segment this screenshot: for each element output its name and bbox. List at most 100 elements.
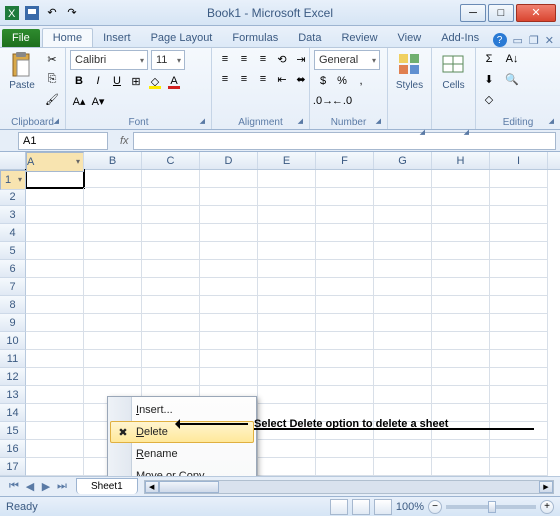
cell[interactable] xyxy=(490,314,548,332)
cell[interactable] xyxy=(26,332,84,350)
text-color-button[interactable]: A xyxy=(165,72,183,90)
fill-color-button[interactable]: ◇ xyxy=(146,72,164,90)
cell[interactable] xyxy=(374,458,432,476)
tab-data[interactable]: Data xyxy=(288,29,331,47)
cell[interactable] xyxy=(84,314,142,332)
cell[interactable] xyxy=(26,386,84,404)
formula-input[interactable] xyxy=(133,132,556,150)
col-header-g[interactable]: G xyxy=(374,152,432,169)
cell[interactable] xyxy=(200,188,258,206)
align-center-icon[interactable]: ≡ xyxy=(235,70,253,88)
row-header[interactable]: 12 xyxy=(0,368,26,386)
normal-view-icon[interactable] xyxy=(330,499,348,515)
cell[interactable] xyxy=(26,296,84,314)
copy-icon[interactable]: ⎘ xyxy=(43,70,61,88)
cell[interactable] xyxy=(432,458,490,476)
cell[interactable] xyxy=(490,404,548,422)
minimize-button[interactable]: ─ xyxy=(460,4,486,22)
cell[interactable] xyxy=(490,260,548,278)
cell[interactable] xyxy=(26,224,84,242)
cell[interactable] xyxy=(316,224,374,242)
cell[interactable] xyxy=(432,224,490,242)
cell[interactable] xyxy=(200,224,258,242)
cell[interactable] xyxy=(374,314,432,332)
cell[interactable] xyxy=(432,206,490,224)
cell[interactable] xyxy=(200,260,258,278)
cell[interactable] xyxy=(374,278,432,296)
row-header[interactable]: 4 xyxy=(0,224,26,242)
cell[interactable] xyxy=(26,440,84,458)
cell[interactable] xyxy=(374,260,432,278)
cell[interactable] xyxy=(432,350,490,368)
cell[interactable] xyxy=(374,386,432,404)
cell[interactable] xyxy=(432,242,490,260)
prev-sheet-icon[interactable]: ◀ xyxy=(22,479,38,495)
find-icon[interactable]: 🔍 xyxy=(501,70,523,88)
tab-formulas[interactable]: Formulas xyxy=(222,29,288,47)
cell[interactable] xyxy=(258,278,316,296)
fx-icon[interactable]: fx xyxy=(120,135,129,147)
cell[interactable] xyxy=(26,350,84,368)
cell[interactable] xyxy=(316,260,374,278)
clear-icon[interactable]: ◇ xyxy=(480,90,498,108)
cell[interactable] xyxy=(84,206,142,224)
cell[interactable] xyxy=(316,440,374,458)
increase-decimal-icon[interactable]: .0→ xyxy=(314,92,332,110)
restore-window-icon[interactable]: ❐ xyxy=(529,34,539,47)
wrap-text-icon[interactable]: ⇥ xyxy=(292,50,310,68)
cell[interactable] xyxy=(374,368,432,386)
cell[interactable] xyxy=(432,278,490,296)
horizontal-scrollbar[interactable]: ◀▶ xyxy=(144,480,554,494)
cell[interactable] xyxy=(490,206,548,224)
underline-button[interactable]: U xyxy=(108,72,126,90)
cell[interactable] xyxy=(258,332,316,350)
fill-icon[interactable]: ⬇ xyxy=(480,70,498,88)
cell[interactable] xyxy=(432,260,490,278)
orientation-icon[interactable]: ⟲ xyxy=(273,50,291,68)
cell[interactable] xyxy=(258,206,316,224)
cell[interactable] xyxy=(26,242,84,260)
cell[interactable] xyxy=(26,188,84,206)
cell[interactable] xyxy=(432,296,490,314)
cell[interactable] xyxy=(316,386,374,404)
sheet-tab[interactable]: Sheet1 xyxy=(76,478,138,494)
close-workbook-icon[interactable]: ✕ xyxy=(545,34,554,47)
col-header-d[interactable]: D xyxy=(200,152,258,169)
row-header[interactable]: 10 xyxy=(0,332,26,350)
cell[interactable] xyxy=(316,368,374,386)
cell[interactable] xyxy=(432,440,490,458)
cell[interactable] xyxy=(490,224,548,242)
cut-icon[interactable]: ✂ xyxy=(43,50,61,68)
col-header-c[interactable]: C xyxy=(142,152,200,169)
cell[interactable] xyxy=(490,296,548,314)
decrease-font-icon[interactable]: A▾ xyxy=(89,92,107,110)
cell[interactable] xyxy=(84,332,142,350)
cell[interactable] xyxy=(200,368,258,386)
row-header[interactable]: 3 xyxy=(0,206,26,224)
cell[interactable] xyxy=(490,188,548,206)
cell[interactable] xyxy=(258,296,316,314)
cell[interactable] xyxy=(374,350,432,368)
increase-font-icon[interactable]: A▴ xyxy=(70,92,88,110)
cell[interactable] xyxy=(258,368,316,386)
cell[interactable] xyxy=(258,314,316,332)
name-box[interactable]: A1 xyxy=(18,132,108,150)
cell[interactable] xyxy=(490,350,548,368)
cell[interactable] xyxy=(200,314,258,332)
cell[interactable] xyxy=(374,296,432,314)
cell[interactable] xyxy=(84,278,142,296)
cell[interactable] xyxy=(432,170,490,188)
styles-button[interactable]: Styles xyxy=(392,50,427,91)
cell[interactable] xyxy=(432,332,490,350)
cell[interactable] xyxy=(432,314,490,332)
col-header-f[interactable]: F xyxy=(316,152,374,169)
cell[interactable] xyxy=(490,458,548,476)
col-header-h[interactable]: H xyxy=(432,152,490,169)
cell[interactable] xyxy=(374,224,432,242)
cell[interactable] xyxy=(374,242,432,260)
cell[interactable] xyxy=(26,314,84,332)
format-painter-icon[interactable]: 🖌 xyxy=(43,90,61,108)
zoom-slider[interactable] xyxy=(446,505,536,509)
row-header[interactable]: 2 xyxy=(0,188,26,206)
cell[interactable] xyxy=(200,332,258,350)
